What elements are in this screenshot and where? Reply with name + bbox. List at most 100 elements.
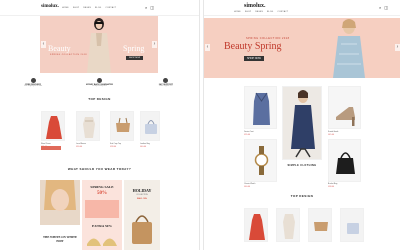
header: simolux. HOME SHOP PAGES BLOG CONTACT ⌕ … bbox=[204, 0, 400, 16]
product-price: £38.00 bbox=[328, 186, 335, 188]
product-name[interactable]: Classic Watch bbox=[244, 183, 255, 185]
product-name[interactable]: Knit Crop Top bbox=[110, 143, 121, 145]
section-title-wear-today: WHAT SHOULD YOU WEAR TODAY? bbox=[67, 167, 132, 171]
nav-shop[interactable]: SHOP bbox=[73, 7, 79, 9]
service-money-back: MONEY BACK GUARANTEE 30 days money back bbox=[79, 78, 119, 87]
hero-banner: ‹ › Beauty Spring SPRING COLLECTION 2018… bbox=[40, 16, 158, 73]
nav-pages[interactable]: PAGES bbox=[255, 11, 263, 13]
product-name[interactable]: Floral Dress bbox=[41, 143, 51, 145]
section-title-top-design: TOP DESIGN bbox=[290, 194, 314, 198]
money-icon bbox=[96, 78, 102, 83]
bag-image bbox=[132, 215, 152, 244]
product-image bbox=[46, 116, 62, 139]
header-icons: ⌕ ◫ bbox=[379, 6, 388, 10]
product-image bbox=[83, 117, 95, 138]
product-image bbox=[283, 214, 295, 239]
product-image bbox=[254, 146, 269, 175]
main-nav: HOME SHOP PAGES BLOG CONTACT bbox=[234, 11, 288, 13]
promo-holiday-sale: SALE - 50% bbox=[137, 198, 147, 200]
product-card[interactable] bbox=[328, 86, 361, 129]
hero-next-arrow[interactable]: › bbox=[152, 41, 157, 48]
logo[interactable]: simolux. bbox=[244, 3, 266, 9]
services-row: FREE DELIVERY Free shipping on all order… bbox=[0, 78, 199, 87]
product-card[interactable] bbox=[244, 139, 277, 182]
product-card[interactable] bbox=[140, 111, 160, 141]
product-price: £30.00 bbox=[76, 146, 83, 148]
nav-shop[interactable]: SHOP bbox=[245, 11, 251, 13]
right-page-preview: simolux. HOME SHOP PAGES BLOG CONTACT ⌕ … bbox=[203, 0, 400, 250]
product-name[interactable]: Suede Heels bbox=[328, 131, 338, 133]
promo-extra-text: EXTRA 50% bbox=[92, 224, 112, 228]
hero-prev-arrow[interactable]: ‹ bbox=[205, 44, 210, 51]
product-card[interactable] bbox=[244, 86, 277, 129]
product-name[interactable]: Denim Coat bbox=[244, 131, 254, 133]
product-card[interactable] bbox=[340, 208, 364, 242]
featured-product-card[interactable] bbox=[282, 86, 322, 160]
promo-holiday[interactable]: HOLIDAY COLLECTION SALE - 50% bbox=[124, 180, 160, 250]
product-image bbox=[145, 120, 157, 134]
cart-icon[interactable]: ◫ bbox=[384, 6, 388, 10]
nav-contact[interactable]: CONTACT bbox=[105, 7, 116, 9]
service-support: 24/7 SUPPORT Online support 24/7 bbox=[146, 78, 186, 87]
product-card[interactable] bbox=[328, 139, 361, 182]
hero-model-image bbox=[87, 18, 111, 73]
section-title-top-design: TOP DESIGN bbox=[88, 97, 111, 101]
product-card[interactable] bbox=[244, 208, 268, 242]
promo-white-edit-text: THE WHITE ON WHITE EDIT bbox=[43, 235, 77, 243]
header: simolux. HOME SHOP PAGES BLOG CONTACT ⌕ … bbox=[0, 0, 199, 16]
product-name[interactable]: Leather Bag bbox=[140, 143, 150, 145]
left-page-preview: simolux. HOME SHOP PAGES BLOG CONTACT ⌕ … bbox=[0, 0, 200, 250]
product-image bbox=[253, 92, 270, 125]
product-price: £60.00 bbox=[244, 186, 251, 188]
search-icon[interactable]: ⌕ bbox=[379, 6, 381, 10]
nav-pages[interactable]: PAGES bbox=[83, 7, 91, 9]
product-image bbox=[249, 214, 265, 240]
product-card[interactable] bbox=[41, 111, 65, 141]
product-image bbox=[336, 152, 355, 174]
product-image bbox=[116, 117, 130, 132]
headset-icon bbox=[163, 78, 169, 83]
shoes-image bbox=[87, 238, 117, 246]
promo-spring-sale[interactable]: SPRING SALE 50% EXTRA 50% bbox=[82, 180, 122, 250]
nav-home[interactable]: HOME bbox=[234, 11, 241, 13]
hero-word-1: Beauty bbox=[48, 44, 71, 53]
product-card[interactable] bbox=[276, 208, 300, 242]
promo-holiday-sub: COLLECTION bbox=[136, 194, 148, 196]
product-price: £28.00 bbox=[110, 146, 117, 148]
nav-blog[interactable]: BLOG bbox=[95, 7, 101, 9]
featured-model-image bbox=[291, 90, 315, 158]
nav-blog[interactable]: BLOG bbox=[267, 11, 273, 13]
nav-home[interactable]: HOME bbox=[62, 7, 69, 9]
hero-prev-arrow[interactable]: ‹ bbox=[41, 41, 46, 48]
nav-contact[interactable]: CONTACT bbox=[277, 11, 288, 13]
service-delivery: FREE DELIVERY Free shipping on all order bbox=[13, 78, 53, 87]
hero-word-2: Spring bbox=[123, 44, 145, 53]
product-card[interactable] bbox=[110, 111, 134, 141]
header-icons: ⌕ ◫ bbox=[145, 6, 154, 10]
hero-shop-button[interactable]: SHOP NOW bbox=[244, 56, 264, 61]
service-desc: 30 days money back bbox=[92, 86, 107, 87]
promo-image bbox=[85, 200, 119, 218]
promo-holiday-title: HOLIDAY bbox=[132, 188, 152, 193]
hero-subtitle: SPRING COLLECTION 2018 bbox=[246, 37, 290, 40]
featured-title[interactable]: SIMPLE CLOTHING bbox=[282, 164, 322, 167]
main-nav: HOME SHOP PAGES BLOG CONTACT bbox=[62, 7, 116, 9]
product-name[interactable]: Lace Blouse bbox=[76, 143, 86, 145]
hero-shop-button[interactable]: SHOP NOW bbox=[126, 56, 144, 60]
search-icon[interactable]: ⌕ bbox=[145, 6, 147, 10]
product-image bbox=[314, 222, 328, 231]
add-to-cart-button[interactable] bbox=[41, 146, 61, 150]
promo-white-edit[interactable]: THE WHITE ON WHITE EDIT bbox=[40, 180, 80, 250]
product-price: £55.00 bbox=[244, 134, 251, 136]
hero-next-arrow[interactable]: › bbox=[395, 44, 400, 51]
cart-icon[interactable]: ◫ bbox=[150, 6, 154, 10]
hero-model-image bbox=[333, 19, 365, 78]
service-desc: Online support 24/7 bbox=[158, 86, 173, 87]
product-card[interactable] bbox=[308, 208, 332, 242]
hero-banner: ‹ › SPRING COLLECTION 2018 Beauty Spring… bbox=[204, 18, 400, 78]
product-card[interactable] bbox=[76, 111, 100, 141]
product-image bbox=[347, 223, 359, 234]
logo[interactable]: simolux. bbox=[41, 4, 59, 9]
product-name[interactable]: Bucket Bag bbox=[328, 183, 337, 185]
product-price: £45.00 bbox=[328, 134, 335, 136]
